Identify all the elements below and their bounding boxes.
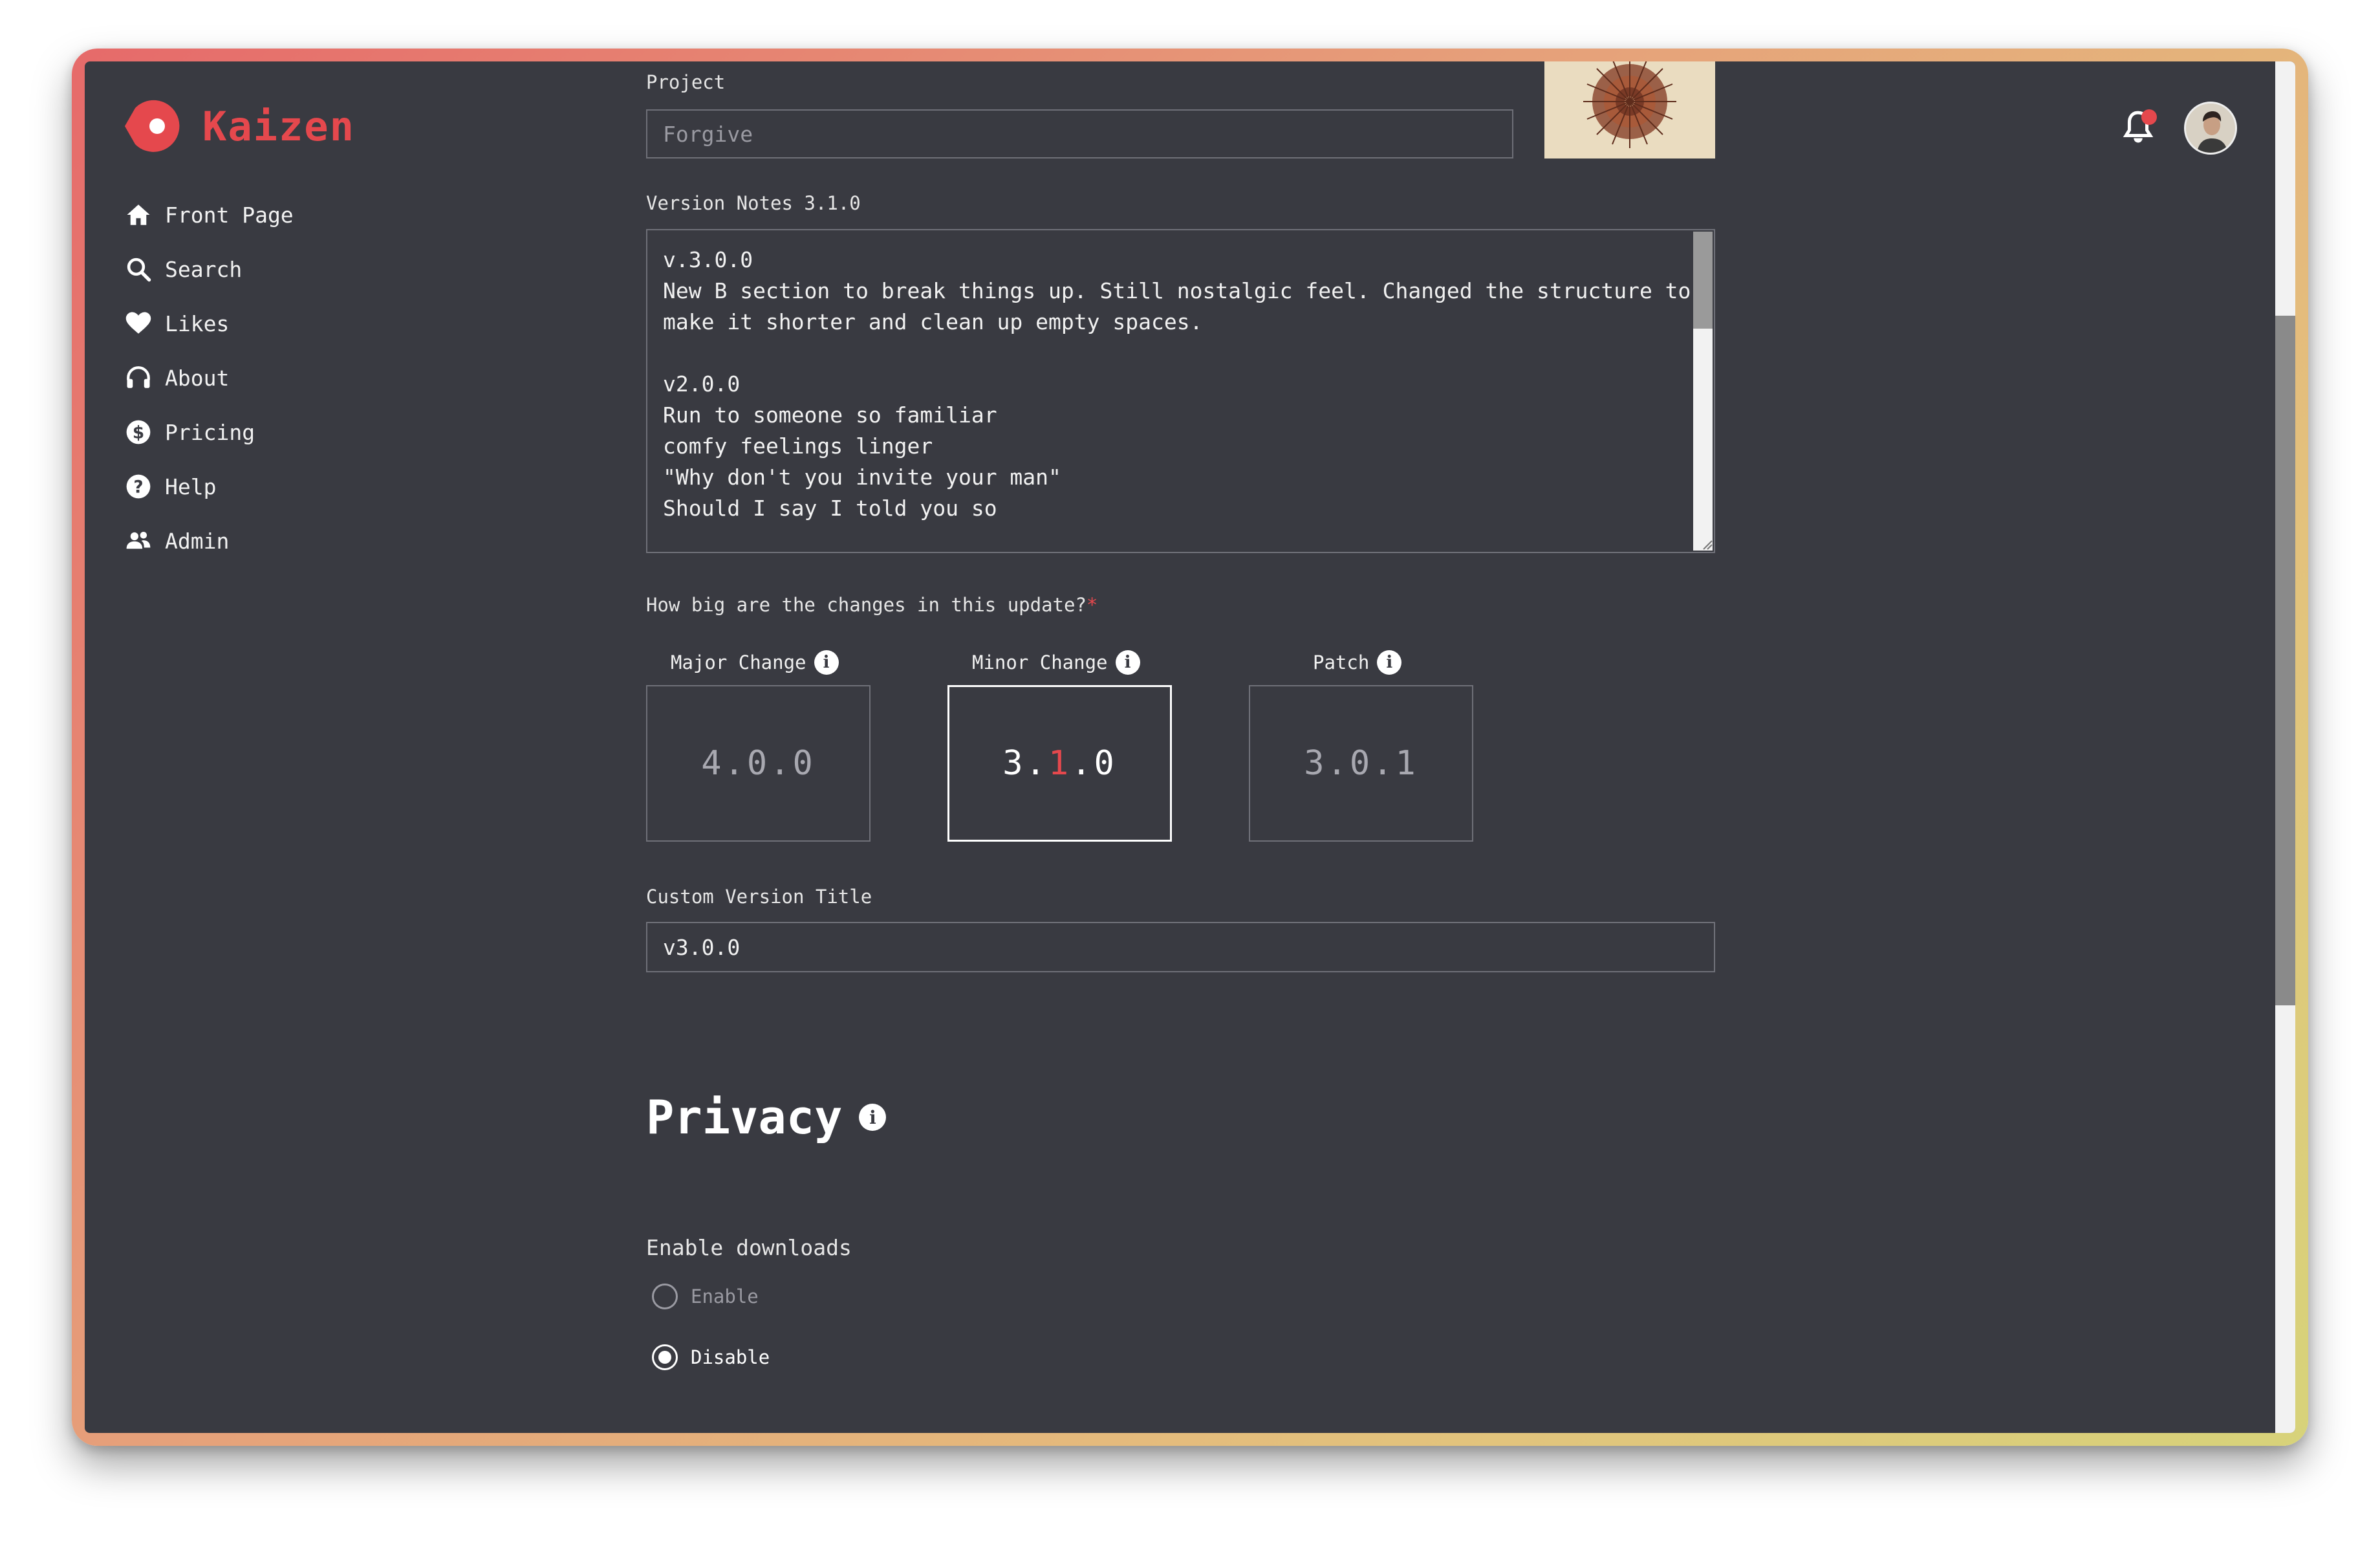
version-digit: 0	[746, 744, 770, 783]
radio-unchecked-icon[interactable]	[652, 1284, 678, 1309]
project-input[interactable]: Forgive	[646, 109, 1513, 158]
version-digit: 3	[1304, 744, 1327, 783]
major-change-option[interactable]: 4.0.0	[646, 685, 871, 842]
app-logo[interactable]: Kaizen	[124, 98, 355, 155]
version-digit: 0	[1349, 744, 1373, 783]
sidebar-item-pricing[interactable]: $ Pricing	[125, 405, 294, 459]
privacy-title-text: Privacy	[646, 1090, 843, 1144]
minor-change-label-text: Minor Change	[972, 651, 1108, 673]
notification-badge	[2141, 109, 2157, 125]
version-digit: 1	[1395, 744, 1418, 783]
search-icon	[127, 257, 151, 282]
custom-title-label: Custom Version Title	[646, 886, 872, 908]
major-change-label: Major Change i	[671, 650, 839, 675]
enable-downloads-radio[interactable]: Enable	[652, 1284, 759, 1309]
info-icon[interactable]: i	[859, 1104, 887, 1131]
sidebar-item-help[interactable]: ? Help	[125, 459, 294, 514]
sidebar-item-label: Front Page	[165, 202, 294, 228]
radio-label: Enable	[691, 1285, 759, 1307]
radio-checked-icon[interactable]	[652, 1344, 678, 1370]
sidebar-item-label: About	[165, 365, 230, 391]
version-digit: 4	[701, 744, 724, 783]
textarea-scrollbar-thumb[interactable]	[1693, 232, 1713, 329]
heart-icon	[125, 312, 151, 334]
sidebar-item-admin[interactable]: Admin	[125, 514, 294, 568]
version-notes-label: Version Notes 3.1.0	[646, 192, 861, 214]
sidebar-item-about[interactable]: About	[125, 351, 294, 405]
sidebar-nav: Front Page Search Likes About $ Pricing …	[125, 188, 294, 568]
sidebar-item-label: Help	[165, 474, 217, 499]
avatar[interactable]	[2184, 102, 2237, 155]
major-change-label-text: Major Change	[671, 651, 806, 673]
radio-label: Disable	[691, 1346, 770, 1368]
version-dot: .	[770, 744, 793, 783]
user-avatar-icon	[2186, 104, 2235, 153]
patch-label-text: Patch	[1313, 651, 1370, 673]
help-icon: ?	[126, 474, 151, 499]
version-dot: .	[1326, 744, 1350, 783]
dollar-icon: $	[126, 420, 151, 444]
sidebar-item-label: Search	[165, 256, 243, 282]
svg-text:?: ?	[133, 478, 143, 497]
privacy-section-title: Privacy i	[646, 1090, 887, 1144]
version-dot: .	[1071, 744, 1094, 783]
custom-title-input[interactable]: v3.0.0	[646, 922, 1715, 972]
required-mark: *	[1086, 594, 1098, 616]
version-dot: .	[1372, 744, 1396, 783]
patch-label: Patch i	[1313, 650, 1402, 675]
downloads-label: Enable downloads	[646, 1235, 852, 1260]
version-digit: 0	[792, 744, 816, 783]
sidebar-item-front-page[interactable]: Front Page	[125, 188, 294, 242]
svg-text:$: $	[133, 424, 144, 443]
sidebar-item-likes[interactable]: Likes	[125, 296, 294, 351]
home-icon	[127, 204, 150, 225]
kaizen-logo-icon	[125, 100, 180, 152]
sidebar-item-label: Pricing	[165, 419, 255, 445]
change-size-question: How big are the changes in this update?*	[646, 594, 1098, 616]
version-digit: 0	[1094, 744, 1117, 783]
info-icon[interactable]: i	[1377, 650, 1402, 675]
version-digit: 3	[1002, 744, 1026, 783]
users-icon	[126, 532, 151, 549]
change-size-question-text: How big are the changes in this update?	[646, 594, 1087, 616]
sidebar-item-label: Likes	[165, 311, 230, 336]
project-artwork[interactable]	[1544, 61, 1715, 158]
version-dot: .	[724, 744, 747, 783]
version-dot: .	[1025, 744, 1048, 783]
patch-option[interactable]: 3.0.1	[1249, 685, 1473, 842]
minor-change-option[interactable]: 3.1.0	[947, 685, 1172, 842]
info-icon[interactable]: i	[1115, 650, 1140, 675]
info-icon[interactable]: i	[814, 650, 839, 675]
app-window: Kaizen Front Page Search Likes About $ P…	[85, 61, 2295, 1433]
headphones-icon	[127, 366, 150, 388]
page-scrollbar-thumb[interactable]	[2275, 316, 2295, 1005]
resize-handle-icon[interactable]	[1701, 538, 1713, 550]
artwork-image	[1544, 61, 1715, 158]
version-digit-highlight: 1	[1048, 744, 1072, 783]
app-name: Kaizen	[202, 102, 355, 150]
sidebar-item-label: Admin	[165, 528, 230, 554]
disable-downloads-radio[interactable]: Disable	[652, 1344, 770, 1370]
minor-change-label: Minor Change i	[972, 650, 1140, 675]
version-notes-textarea[interactable]: v.3.0.0 New B section to break things up…	[646, 229, 1715, 553]
project-label: Project	[646, 71, 726, 93]
sidebar-item-search[interactable]: Search	[125, 242, 294, 296]
